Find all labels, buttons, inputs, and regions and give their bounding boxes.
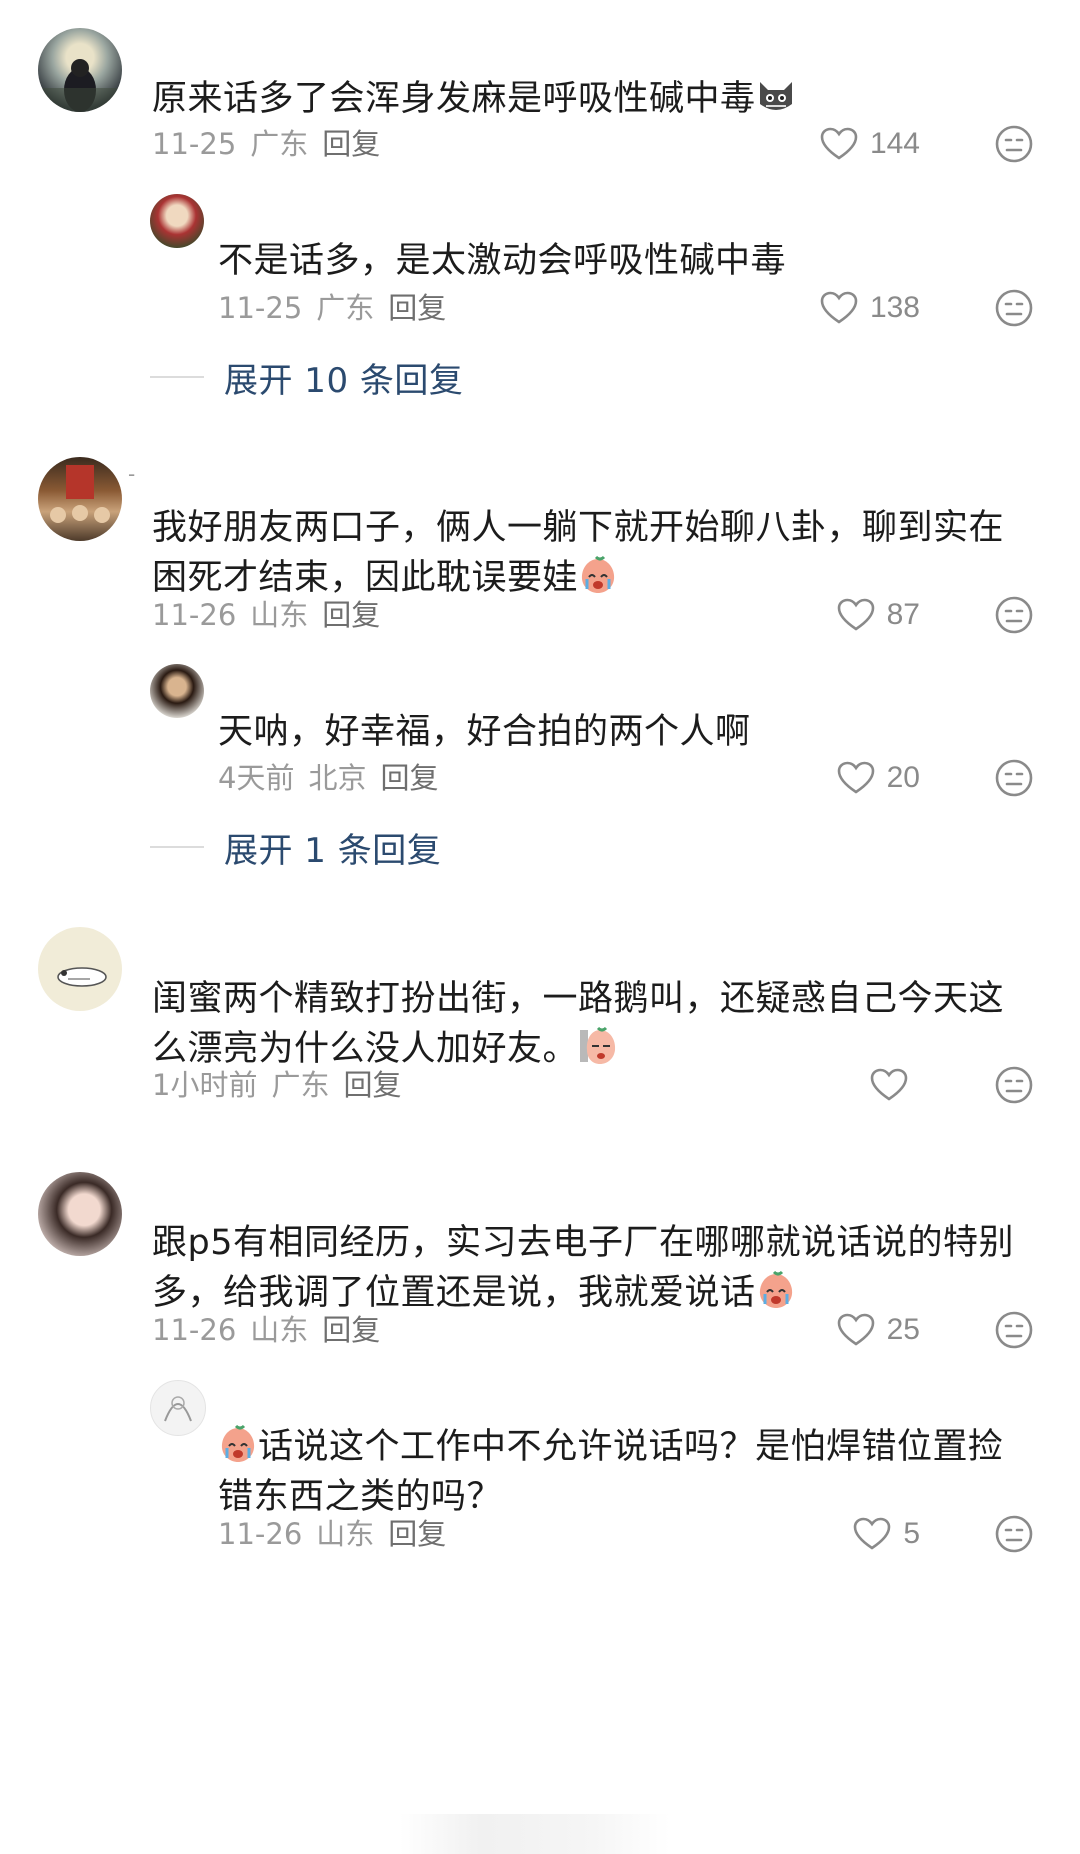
reply-date: 4天前: [218, 761, 295, 795]
comment-location: 广东: [250, 127, 309, 161]
crying-peach-emoji-icon: [221, 1424, 255, 1462]
divider: [150, 376, 204, 378]
avatar[interactable]: [150, 1380, 206, 1436]
like-button[interactable]: 138: [820, 288, 920, 328]
reply-button[interactable]: 回复: [322, 1313, 380, 1347]
heart-icon: [837, 1313, 874, 1346]
reply-button[interactable]: 回复: [343, 1068, 401, 1102]
dislike-face-icon[interactable]: [994, 288, 1034, 328]
expand-replies-button[interactable]: 展开 1 条回复: [150, 822, 441, 872]
comment-date: 11-26: [152, 1313, 237, 1347]
reply-text: 话说这个工作中不允许说话吗？是怕焊错位置捡 错东西之类的吗？: [218, 1422, 1058, 1522]
like-button[interactable]: 144: [820, 124, 920, 164]
comment-location: 广东: [271, 1068, 330, 1102]
dislike-face-icon[interactable]: [994, 1310, 1034, 1350]
dislike-face-icon[interactable]: [994, 124, 1034, 164]
avatar-image: [38, 59, 122, 112]
heart-icon: [854, 1517, 891, 1550]
reply-button[interactable]: 回复: [388, 1517, 446, 1551]
expand-label: 展开 1 条回复: [224, 830, 442, 871]
crying-peach-emoji-icon: [759, 1270, 792, 1308]
dislike-face-icon[interactable]: [994, 758, 1034, 798]
comment-date: 11-25: [152, 127, 237, 161]
comment-date: 1小时前: [152, 1068, 258, 1102]
heart-icon: [820, 127, 858, 160]
dislike-face-icon[interactable]: [994, 595, 1034, 635]
avatar[interactable]: [38, 457, 122, 541]
like-count: 87: [886, 598, 920, 631]
crying-peach-emoji-icon: [581, 555, 615, 593]
comment-text: 原来话多了会浑身发麻是呼吸性碱中毒: [152, 74, 1052, 124]
comment-location: 山东: [250, 1313, 309, 1347]
reply-meta: 11-25 广东 回复: [218, 288, 460, 328]
comment-meta: 1小时前 广东 回复: [152, 1065, 415, 1105]
like-button[interactable]: 87: [837, 595, 920, 635]
like-count: 25: [886, 1313, 920, 1346]
comment-text: 我好朋友两口子，俩人一躺下就开始聊八卦，聊到实在 困死才结束，因此耽误要娃: [152, 508, 1005, 598]
separator-mark: -: [128, 462, 136, 486]
like-button[interactable]: 5: [853, 1514, 920, 1554]
comment-meta: 11-26 山东 回复: [152, 1310, 394, 1350]
avatar-image: [57, 967, 107, 987]
cat-emoji-icon: [759, 82, 792, 110]
reply-text: 天呐，好幸福，好合拍的两个人啊: [218, 712, 751, 752]
comment-meta: 11-26 山东 回复: [152, 595, 394, 635]
comment-meta: 11-25 广东 回复: [152, 124, 394, 164]
reply-button[interactable]: 回复: [322, 598, 380, 632]
reply-button[interactable]: 回复: [322, 127, 380, 161]
heart-icon: [820, 291, 858, 324]
reply-location: 广东: [316, 291, 375, 325]
expand-label: 展开 10 条回复: [224, 360, 464, 401]
peach-sly-emoji-icon: [580, 1026, 616, 1064]
reply-date: 11-26: [218, 1517, 303, 1551]
comment-location: 山东: [250, 598, 309, 632]
dislike-face-icon[interactable]: [994, 1514, 1034, 1554]
reply-location: 山东: [316, 1517, 375, 1551]
like-button[interactable]: [870, 1065, 920, 1105]
watermark-overlay: [400, 1814, 670, 1854]
reply-button[interactable]: 回复: [380, 761, 438, 795]
reply-meta: 4天前 北京 回复: [218, 758, 452, 798]
reply-date: 11-25: [218, 291, 303, 325]
like-button[interactable]: 20: [837, 758, 920, 798]
like-count: 20: [886, 761, 920, 794]
like-count: 144: [869, 127, 920, 160]
comment-date: 11-26: [152, 598, 237, 632]
heart-icon: [837, 598, 874, 631]
reply-location: 北京: [308, 761, 367, 795]
avatar[interactable]: [38, 1172, 122, 1256]
avatar[interactable]: [38, 28, 122, 112]
expand-replies-button[interactable]: 展开 10 条回复: [150, 352, 463, 402]
like-button[interactable]: 25: [837, 1310, 920, 1350]
avatar[interactable]: [38, 927, 122, 1011]
avatar-image: [164, 1396, 192, 1422]
heart-icon: [870, 1068, 908, 1101]
reply-button[interactable]: 回复: [388, 291, 446, 325]
avatar[interactable]: [150, 194, 204, 248]
heart-icon: [837, 761, 874, 794]
comment-text: 闺蜜两个精致打扮出街，一路鹅叫，还疑惑自己今天这 么漂亮为什么没人加好友。: [152, 979, 1005, 1069]
dislike-face-icon[interactable]: [994, 1065, 1034, 1105]
reply-meta: 11-26 山东 回复: [218, 1514, 460, 1554]
avatar-image: [50, 465, 110, 523]
avatar[interactable]: [150, 664, 204, 718]
like-count: 138: [869, 291, 920, 324]
reply-text: 不是话多，是太激动会呼吸性碱中毒: [218, 241, 787, 281]
comment-text: 跟p5有相同经历，实习去电子厂在哪哪就说话说的特别 多，给我调了位置还是说，我就爱…: [152, 1223, 1014, 1313]
like-count: 5: [903, 1517, 920, 1550]
divider: [150, 846, 204, 848]
